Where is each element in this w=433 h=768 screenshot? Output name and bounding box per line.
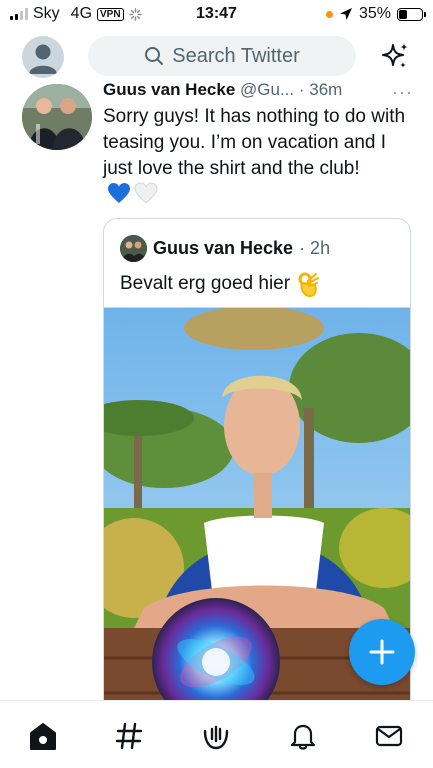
status-bar: Sky 4G VPN 13:47 35% (0, 0, 433, 30)
quoted-tweet-text: Bevalt erg goed hier (120, 273, 291, 294)
battery-fill (399, 9, 407, 19)
quoted-tweet-header: Guus van Hecke · 2h (120, 235, 330, 262)
location-arrow-icon (339, 8, 352, 20)
search-placeholder: Search Twitter (172, 44, 300, 67)
mic-indicator-icon (325, 10, 333, 18)
quoted-timestamp: · 2h (299, 238, 331, 258)
tweet-author-name[interactable]: Guus van Hecke (103, 80, 235, 99)
quoted-tweet-body: Bevalt erg goed hier (120, 271, 320, 297)
tab-home[interactable] (28, 721, 58, 751)
tweet-body: Sorry guys! It has nothing to do with te… (103, 104, 413, 208)
quoted-avatar-photo (120, 235, 147, 262)
home-icon (30, 723, 56, 750)
profile-avatar[interactable] (22, 36, 64, 78)
top-header: Search Twitter (0, 30, 433, 82)
quoted-author-avatar (120, 235, 147, 262)
tweet-header: Guus van Hecke @Gu... · 36m (103, 80, 413, 100)
battery-percent: 35% (358, 5, 391, 22)
search-icon (145, 47, 164, 65)
more-options-icon[interactable]: ··· (392, 82, 413, 103)
avatar-photo (22, 84, 92, 150)
quoted-author-name: Guus van Hecke (153, 238, 294, 258)
blue-heart-icon (108, 183, 130, 203)
tab-explore[interactable] (114, 721, 144, 751)
ok-hand-icon (298, 272, 320, 297)
battery-icon (397, 7, 426, 21)
tab-spaces[interactable] (201, 721, 231, 751)
tab-messages[interactable] (374, 721, 404, 751)
spaces-icon (203, 725, 229, 750)
tweet-emoji (107, 182, 158, 204)
bottom-tab-bar (0, 700, 433, 768)
user-silhouette-icon (29, 44, 57, 74)
white-heart-icon (134, 182, 158, 204)
tweet-timestamp[interactable]: · 36m (299, 80, 342, 99)
mail-icon (375, 725, 403, 747)
compose-tweet-button[interactable] (349, 619, 415, 685)
tweet-author-handle[interactable]: @Gu... (240, 80, 294, 99)
bell-icon (290, 724, 316, 750)
status-right: 35% (325, 5, 426, 23)
tweet-author-avatar[interactable] (22, 84, 92, 150)
tweet-text: Sorry guys! It has nothing to do with te… (103, 106, 406, 179)
sparkle-icon[interactable] (377, 40, 411, 74)
hashtag-icon (115, 722, 143, 750)
search-bar[interactable]: Search Twitter (88, 36, 356, 76)
plus-icon (369, 639, 395, 665)
tab-notifications[interactable] (288, 721, 318, 751)
